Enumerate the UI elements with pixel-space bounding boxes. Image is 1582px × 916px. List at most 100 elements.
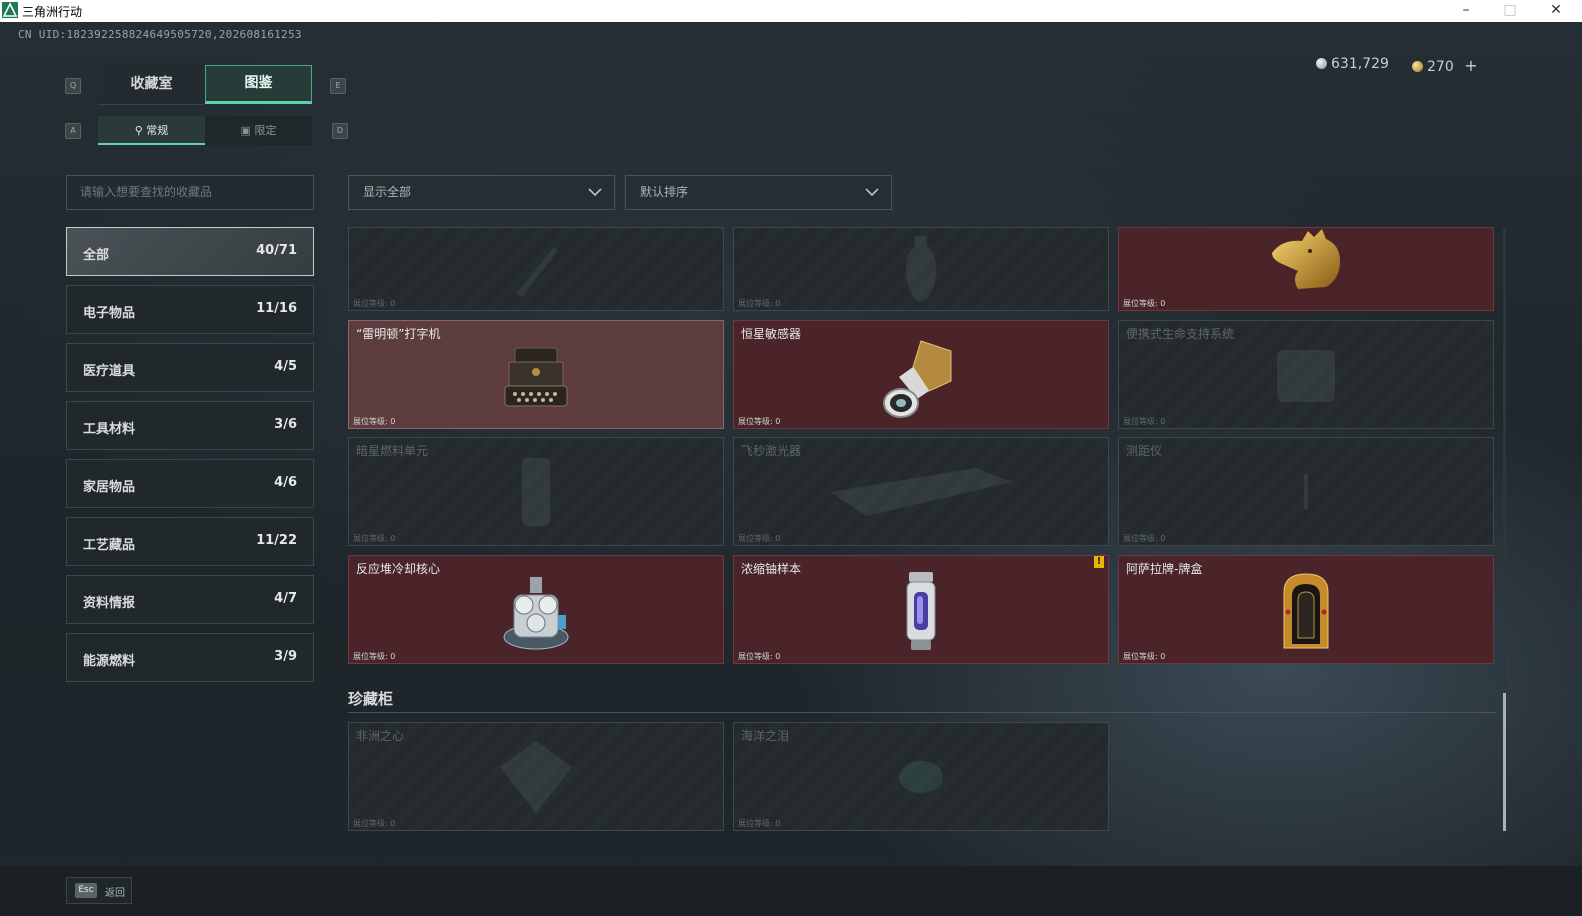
collection-card[interactable]: 非洲之心 展位等级: 0 [348, 722, 724, 831]
category-intel[interactable]: 资料情报 4/7 [66, 575, 314, 624]
card-name: 浓缩铀样本 [741, 562, 802, 576]
category-count: 4/6 [274, 475, 297, 490]
rangefinder-icon [1304, 473, 1308, 510]
category-name: 全部 [83, 248, 110, 263]
card-level: 展位等级: 0 [353, 819, 396, 828]
category-crafts[interactable]: 工艺藏品 11/22 [66, 517, 314, 566]
card-level: 展位等级: 0 [738, 299, 781, 308]
tab-collection-room[interactable]: 收藏室 [98, 65, 205, 105]
category-tools[interactable]: 工具材料 3/6 [66, 401, 314, 450]
typewriter-icon [504, 347, 568, 407]
silver-coin-icon [1316, 58, 1327, 69]
chevron-down-icon [588, 188, 602, 197]
grid-scrollbar[interactable] [1503, 227, 1506, 831]
collection-card[interactable]: 飞秒激光器 展位等级: 0 [733, 437, 1109, 546]
gold-currency: 270 + [1412, 56, 1478, 75]
card-level: 展位等级: 0 [738, 819, 781, 828]
card-level: 展位等级: 0 [353, 652, 396, 661]
card-name: 恒星敏感器 [741, 327, 802, 341]
category-count: 3/6 [274, 417, 297, 432]
tab-limited-label: 限定 [254, 124, 277, 137]
card-level: 展位等级: 0 [738, 534, 781, 543]
limited-icon: ▣ [240, 124, 251, 137]
footer-bar [0, 866, 1582, 916]
window-title: 三角洲行动 [22, 5, 83, 19]
minimize-button[interactable]: – [1446, 0, 1486, 22]
collection-card[interactable]: 展位等级: 0 [733, 227, 1109, 311]
card-level: 展位等级: 0 [1123, 417, 1166, 426]
category-name: 医疗道具 [83, 364, 136, 379]
tab-codex[interactable]: 图鉴 [205, 65, 312, 104]
collection-grid: 展位等级: 0 展位等级: 0 展位等级: 0 “雷明顿”打字机 展位等级: 0… [348, 227, 1496, 831]
card-name: 测距仪 [1126, 444, 1163, 458]
collection-card[interactable]: 恒星敏感器 展位等级: 0 [733, 320, 1109, 429]
card-name: 便携式生命支持系统 [1126, 327, 1235, 341]
star-sensor-icon [883, 340, 952, 418]
card-name: 阿萨拉牌-牌盒 [1126, 562, 1203, 576]
category-count: 3/9 [274, 649, 297, 664]
key-hint-d: D [332, 123, 348, 139]
card-name: 反应堆冷却核心 [356, 562, 441, 576]
card-level: 展位等级: 0 [353, 534, 396, 543]
collection-card[interactable]: “雷明顿”打字机 展位等级: 0 [348, 320, 724, 429]
category-name: 家居物品 [83, 480, 136, 495]
uranium-sample-icon [906, 571, 936, 650]
filter-dropdown[interactable]: 显示全部 [348, 175, 615, 210]
chevron-down-icon [865, 188, 879, 197]
category-count: 11/16 [256, 301, 297, 316]
collection-card[interactable]: 暗星燃料单元 展位等级: 0 [348, 437, 724, 546]
window-titlebar: 三角洲行动 – □ ✕ [0, 0, 1582, 22]
add-currency-button[interactable]: + [1464, 56, 1477, 75]
collection-card[interactable]: 展位等级: 0 [348, 227, 724, 311]
life-support-icon [1277, 349, 1335, 402]
vase-icon [906, 236, 936, 302]
category-energy[interactable]: 能源燃料 3/9 [66, 633, 314, 682]
collection-card[interactable]: 反应堆冷却核心 展位等级: 0 [348, 555, 724, 664]
card-level: 展位等级: 0 [738, 417, 781, 426]
category-name: 工艺藏品 [83, 538, 136, 553]
reactor-core-icon [503, 576, 569, 650]
category-name: 能源燃料 [83, 654, 136, 669]
key-hint-q: Q [65, 78, 81, 94]
collection-card[interactable]: 浓缩铀样本 ! 展位等级: 0 [733, 555, 1109, 664]
category-household[interactable]: 家居物品 4/6 [66, 459, 314, 508]
warning-icon: ! [1094, 556, 1104, 568]
maximize-button[interactable]: □ [1490, 0, 1530, 22]
sort-dropdown[interactable]: 默认排序 [625, 175, 892, 210]
esc-key-icon: Esc [75, 883, 97, 898]
category-count: 4/5 [274, 359, 297, 374]
category-medical[interactable]: 医疗道具 4/5 [66, 343, 314, 392]
category-name: 资料情报 [83, 596, 136, 611]
gold-coin-icon [1412, 61, 1423, 72]
collection-card[interactable]: 阿萨拉牌-牌盒 展位等级: 0 [1118, 555, 1494, 664]
golden-head-statue-icon [1272, 229, 1340, 290]
tab-regular[interactable]: ⚲ 常规 [98, 116, 205, 145]
close-button[interactable]: ✕ [1536, 0, 1576, 22]
silver-amount: 631,729 [1331, 56, 1389, 72]
tab-limited[interactable]: ▣ 限定 [205, 116, 312, 145]
app-logo-icon [2, 2, 18, 18]
scrollbar-thumb[interactable] [1503, 693, 1506, 831]
sort-value: 默认排序 [640, 185, 689, 199]
key-hint-a: A [65, 123, 81, 139]
collection-card[interactable]: 展位等级: 0 [1118, 227, 1494, 311]
card-level: 展位等级: 0 [738, 652, 781, 661]
category-electronics[interactable]: 电子物品 11/16 [66, 285, 314, 334]
category-count: 40/71 [256, 243, 297, 258]
diamond-icon [500, 740, 572, 813]
card-level: 展位等级: 0 [1123, 299, 1166, 308]
knife-icon [516, 247, 558, 297]
collection-card[interactable]: 测距仪 展位等级: 0 [1118, 437, 1494, 546]
tab-regular-label: 常规 [146, 124, 169, 137]
card-box-icon [1283, 573, 1329, 649]
collection-card[interactable]: 海洋之泪 展位等级: 0 [733, 722, 1109, 831]
back-button[interactable]: Esc 返回 [66, 877, 132, 904]
collection-card[interactable]: 便携式生命支持系统 展位等级: 0 [1118, 320, 1494, 429]
category-all[interactable]: 全部 40/71 [66, 227, 314, 276]
key-hint-e: E [330, 78, 346, 94]
sub-tabs: ⚲ 常规 ▣ 限定 [98, 116, 312, 145]
regular-icon: ⚲ [134, 124, 143, 137]
search-input[interactable]: 请输入想要查找的收藏品 [66, 175, 314, 210]
card-level: 展位等级: 0 [1123, 534, 1166, 543]
fuel-cell-icon [522, 457, 550, 526]
